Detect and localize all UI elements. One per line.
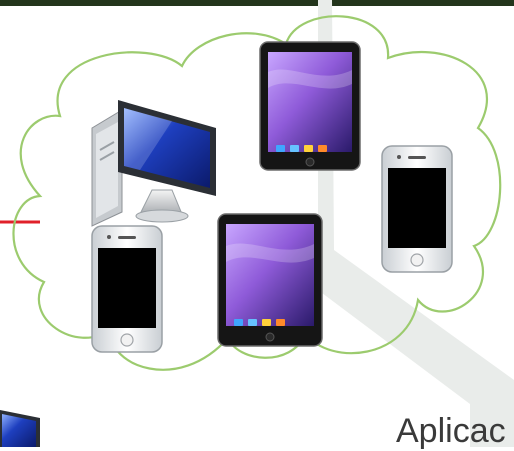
caption-text: Aplicac xyxy=(396,412,506,450)
desktop-computer-icon xyxy=(91,100,216,227)
tablet-icon xyxy=(259,41,361,171)
desktop-computer-icon xyxy=(0,410,40,447)
network-diagram xyxy=(0,0,514,447)
tablet-icon xyxy=(217,213,323,347)
smartphone-icon xyxy=(91,225,163,353)
smartphone-icon xyxy=(381,145,453,273)
top-image-strip xyxy=(0,0,514,6)
